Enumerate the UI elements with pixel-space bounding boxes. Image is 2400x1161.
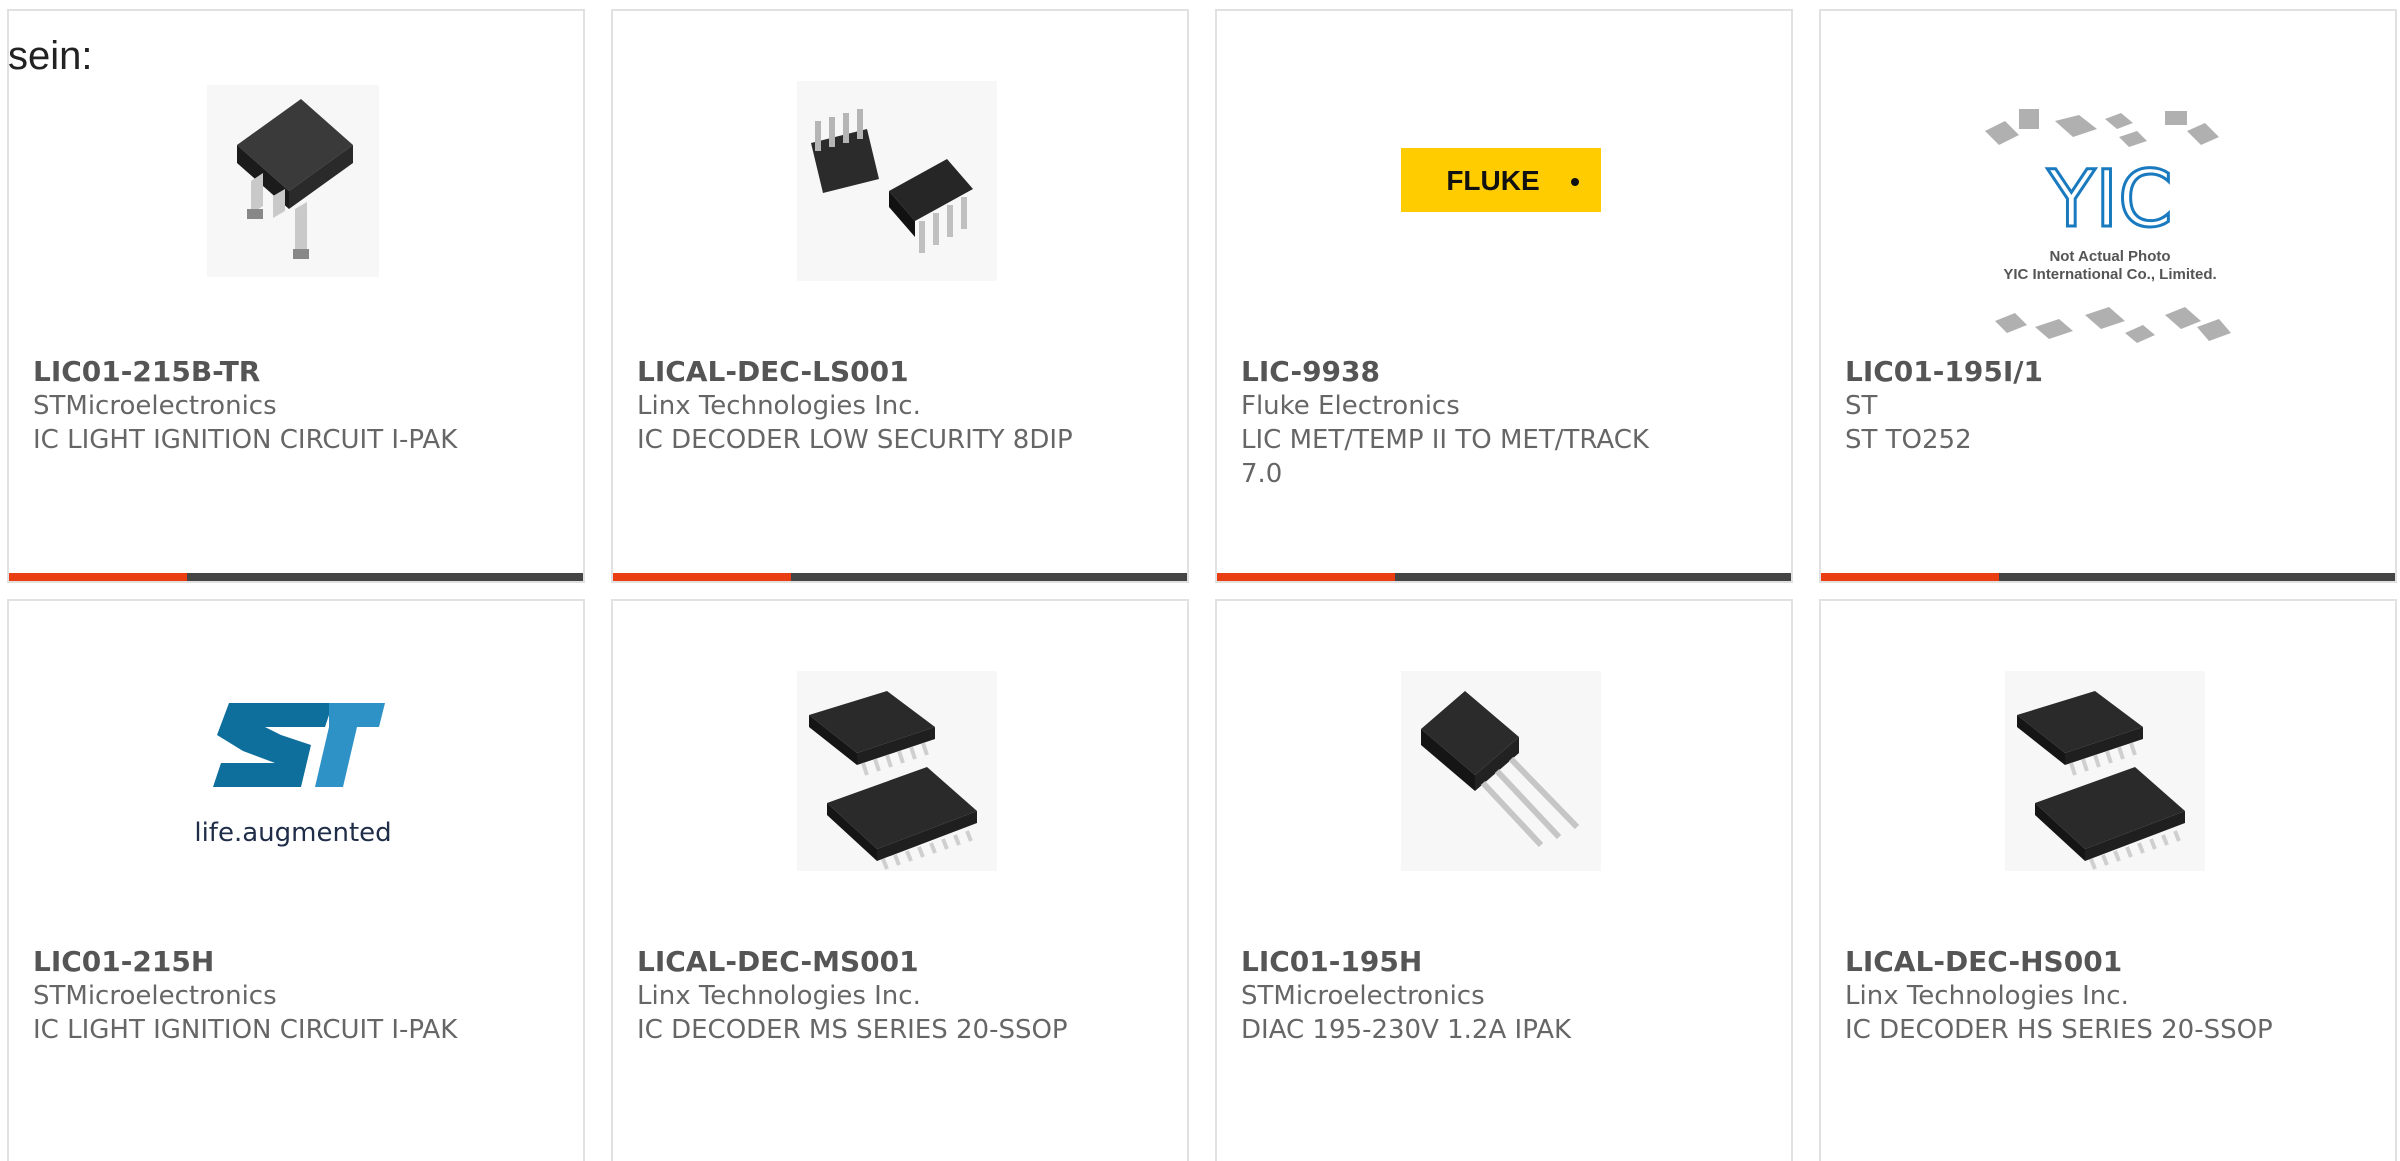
dpak-package-icon	[207, 85, 379, 277]
progress-fill	[1217, 573, 1395, 581]
product-card[interactable]: LIC01-195H STMicroelectronics DIAC 195-2…	[1215, 599, 1793, 1161]
product-info: LICAL-DEC-MS001 Linx Technologies Inc. I…	[637, 945, 1077, 1047]
ssop-package-icon	[797, 671, 997, 871]
fluke-logo-text: FLUKE	[1446, 165, 1539, 196]
product-card[interactable]: LICAL-DEC-LS001 Linx Technologies Inc. I…	[611, 9, 1189, 583]
progress-bar	[9, 573, 583, 581]
progress-fill	[613, 573, 791, 581]
not-actual-photo-text: Not Actual Photo	[2049, 248, 2170, 265]
st-tagline-text: life.augmented	[194, 818, 391, 848]
product-image[interactable]	[797, 671, 997, 871]
part-number-link[interactable]: LIC01-215B-TR	[33, 355, 473, 389]
manufacturer: Fluke Electronics	[1241, 391, 1460, 421]
product-info: LIC01-215H STMicroelectronics IC LIGHT I…	[33, 945, 473, 1047]
product-info: LIC01-195H STMicroelectronics DIAC 195-2…	[1241, 945, 1681, 1047]
product-image[interactable]	[193, 81, 393, 281]
product-image[interactable]: life.augmented	[193, 671, 393, 871]
description: IC LIGHT IGNITION CIRCUIT I-PAK	[33, 425, 458, 455]
dip-package-icon	[797, 81, 997, 281]
description: DIAC 195-230V 1.2A IPAK	[1241, 1015, 1572, 1045]
product-card[interactable]: life.augmented LIC01-215H STMicroelectro…	[7, 599, 585, 1161]
product-info: LIC01-215B-TR STMicroelectronics IC LIGH…	[33, 355, 473, 457]
intro-text: sein:	[8, 34, 93, 78]
product-grid: LIC01-215B-TR STMicroelectronics IC LIGH…	[0, 0, 2400, 1161]
yic-placeholder: YIC Not Actual Photo YIC International C…	[1985, 109, 2231, 343]
description: LIC MET/TEMP II TO MET/TRACK 7.0	[1241, 425, 1649, 489]
product-card[interactable]: LICAL-DEC-HS001 Linx Technologies Inc. I…	[1819, 599, 2397, 1161]
progress-bar	[1217, 573, 1791, 581]
manufacturer: STMicroelectronics	[1241, 981, 1485, 1011]
product-image[interactable]	[797, 81, 997, 281]
ipak-package-icon	[1401, 671, 1601, 871]
progress-bar	[1821, 573, 2395, 581]
product-card[interactable]: LICAL-DEC-MS001 Linx Technologies Inc. I…	[611, 599, 1189, 1161]
manufacturer: STMicroelectronics	[33, 391, 277, 421]
yic-company-text: YIC International Co., Limited.	[2003, 266, 2216, 283]
product-image[interactable]: FLUKE	[1401, 81, 1601, 281]
description: IC LIGHT IGNITION CIRCUIT I-PAK	[33, 1015, 458, 1045]
fluke-logo: FLUKE	[1401, 148, 1601, 212]
part-number-link[interactable]: LIC01-215H	[33, 945, 473, 979]
part-number-link[interactable]: LIC01-195H	[1241, 945, 1681, 979]
manufacturer: Linx Technologies Inc.	[637, 391, 921, 421]
part-number-link[interactable]: LICAL-DEC-LS001	[637, 355, 1077, 389]
product-info: LICAL-DEC-LS001 Linx Technologies Inc. I…	[637, 355, 1077, 457]
description: IC DECODER MS SERIES 20-SSOP	[637, 1015, 1068, 1045]
product-card[interactable]: FLUKE LIC-9938 Fluke Electronics LIC MET…	[1215, 9, 1793, 583]
product-info: LICAL-DEC-HS001 Linx Technologies Inc. I…	[1845, 945, 2285, 1047]
st-logo: life.augmented	[194, 703, 392, 848]
product-info: LIC-9938 Fluke Electronics LIC MET/TEMP …	[1241, 355, 1681, 491]
ssop-package-icon	[2005, 671, 2205, 871]
manufacturer: Linx Technologies Inc.	[1845, 981, 2129, 1011]
product-card[interactable]: YIC Not Actual Photo YIC International C…	[1819, 9, 2397, 583]
product-image[interactable]: YIC Not Actual Photo YIC International C…	[1975, 101, 2245, 351]
product-info: LIC01-195I/1 ST ST TO252	[1845, 355, 2285, 457]
manufacturer: ST	[1845, 391, 1878, 421]
progress-bar	[613, 573, 1187, 581]
manufacturer: STMicroelectronics	[33, 981, 277, 1011]
yic-logo-text: YIC	[2046, 155, 2172, 245]
product-image[interactable]	[1401, 671, 1601, 871]
part-number-link[interactable]: LICAL-DEC-HS001	[1845, 945, 2285, 979]
product-image[interactable]	[2005, 671, 2205, 871]
description: IC DECODER HS SERIES 20-SSOP	[1845, 1015, 2273, 1045]
product-card[interactable]: LIC01-215B-TR STMicroelectronics IC LIGH…	[7, 9, 585, 583]
description: ST TO252	[1845, 425, 1972, 455]
progress-fill	[1821, 573, 1999, 581]
manufacturer: Linx Technologies Inc.	[637, 981, 921, 1011]
product-listing-page: sein: LIC01-215B-TR STMicroelectronics I…	[0, 0, 2400, 1161]
description: IC DECODER LOW SECURITY 8DIP	[637, 425, 1073, 455]
progress-fill	[9, 573, 187, 581]
part-number-link[interactable]: LIC01-195I/1	[1845, 355, 2285, 389]
part-number-link[interactable]: LIC-9938	[1241, 355, 1681, 389]
part-number-link[interactable]: LICAL-DEC-MS001	[637, 945, 1077, 979]
